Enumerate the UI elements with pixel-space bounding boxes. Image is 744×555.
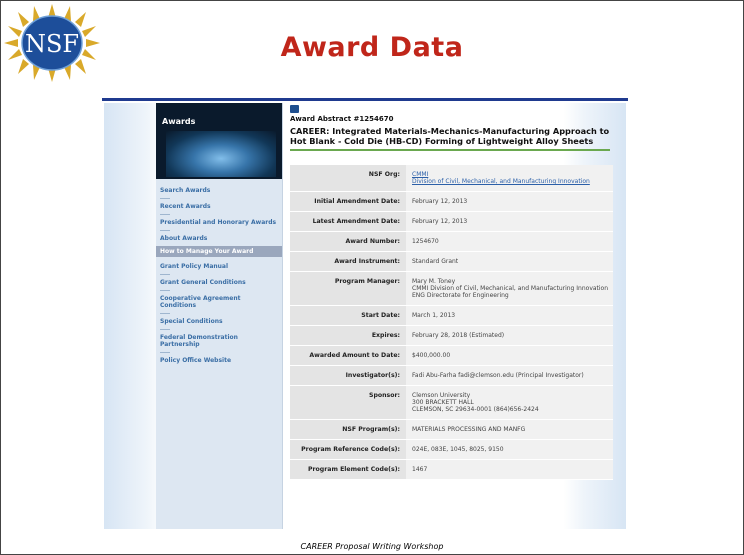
table-row: Program Manager: Mary M. Toney CMMI Divi… xyxy=(290,272,613,306)
sidebar-item-about-awards[interactable]: About Awards xyxy=(160,235,278,242)
sidebar-item-grant-policy-manual[interactable]: Grant Policy Manual xyxy=(160,263,278,270)
field-label: NSF Program(s): xyxy=(290,420,406,439)
divider xyxy=(160,274,170,275)
field-label: Program Manager: xyxy=(290,272,406,305)
field-label: Latest Amendment Date: xyxy=(290,212,406,231)
table-row: Program Element Code(s): 1467 xyxy=(290,460,613,480)
table-row: Expires: February 28, 2018 (Estimated) xyxy=(290,326,613,346)
divider xyxy=(160,214,170,215)
award-fields-table: NSF Org: CMMI Division of Civil, Mechani… xyxy=(290,165,613,480)
field-value: Clemson University 300 BRACKETT HALL CLE… xyxy=(406,386,613,419)
sidebar-item-special-conditions[interactable]: Special Conditions xyxy=(160,318,278,325)
divider xyxy=(160,230,170,231)
field-label: Start Date: xyxy=(290,306,406,325)
email-icon[interactable] xyxy=(290,105,299,113)
field-label: NSF Org: xyxy=(290,165,406,191)
award-main: Award Abstract #1254670 CAREER: Integrat… xyxy=(290,105,620,480)
table-row: Initial Amendment Date: February 12, 201… xyxy=(290,192,613,212)
award-title: CAREER: Integrated Materials-Mechanics-M… xyxy=(290,126,610,146)
field-value: March 1, 2013 xyxy=(412,312,456,319)
abstract-heading: Award Abstract #1254670 xyxy=(290,115,394,123)
table-row: Investigator(s): Fadi Abu-Farha fadi@cle… xyxy=(290,366,613,386)
field-value: CMMI Division of Civil, Mechanical, and … xyxy=(406,165,613,191)
banner-graphic xyxy=(166,131,276,177)
table-row: Award Number: 1254670 xyxy=(290,232,613,252)
sidebar-item-policy-office[interactable]: Policy Office Website xyxy=(160,357,278,364)
field-label: Award Number: xyxy=(290,232,406,251)
table-row: Program Reference Code(s): 024E, 083E, 1… xyxy=(290,440,613,460)
sidebar: Awards Search Awards Recent Awards Presi… xyxy=(156,103,283,529)
field-label: Expires: xyxy=(290,326,406,345)
field-label: Award Instrument: xyxy=(290,252,406,271)
sponsor-city: CLEMSON, SC 29634-0001 (864)656-2424 xyxy=(412,406,539,413)
program-manager-division: CMMI Division of Civil, Mechanical, and … xyxy=(412,285,609,292)
divider xyxy=(160,290,170,291)
sidebar-item-recent-awards[interactable]: Recent Awards xyxy=(160,203,278,210)
slide-footer: CAREER Proposal Writing Workshop xyxy=(300,542,444,551)
field-value: Standard Grant xyxy=(412,258,459,265)
field-label: Initial Amendment Date: xyxy=(290,192,406,211)
divider xyxy=(160,329,170,330)
field-label: Investigator(s): xyxy=(290,366,406,385)
field-label: Sponsor: xyxy=(290,386,406,419)
field-value: February 12, 2013 xyxy=(412,218,468,225)
table-row: Latest Amendment Date: February 12, 2013 xyxy=(290,212,613,232)
field-value: MATERIALS PROCESSING AND MANFG xyxy=(412,426,526,433)
field-value: Mary M. Toney CMMI Division of Civil, Me… xyxy=(406,272,613,305)
field-value: 1467 xyxy=(412,466,428,473)
sidebar-section-header: How to Manage Your Award xyxy=(156,246,282,257)
field-value: February 12, 2013 xyxy=(412,198,468,205)
sidebar-item-presidential-awards[interactable]: Presidential and Honorary Awards xyxy=(160,219,278,226)
program-manager-name: Mary M. Toney xyxy=(412,278,456,285)
divider xyxy=(160,313,170,314)
table-row: Awarded Amount to Date: $400,000.00 xyxy=(290,346,613,366)
table-row: Sponsor: Clemson University 300 BRACKETT… xyxy=(290,386,613,420)
banner-label: Awards xyxy=(162,117,196,126)
division-link[interactable]: Division of Civil, Mechanical, and Manuf… xyxy=(412,178,613,185)
field-value: $400,000.00 xyxy=(412,352,451,359)
program-manager-directorate: ENG Directorate for Engineering xyxy=(412,292,509,299)
table-row: Start Date: March 1, 2013 xyxy=(290,306,613,326)
divider xyxy=(160,352,170,353)
sponsor-name: Clemson University xyxy=(412,392,471,399)
field-label: Awarded Amount to Date: xyxy=(290,346,406,365)
divider xyxy=(160,198,170,199)
sponsor-address: 300 BRACKETT HALL xyxy=(412,399,474,406)
field-label: Program Reference Code(s): xyxy=(290,440,406,459)
sidebar-nav: Search Awards Recent Awards Presidential… xyxy=(156,187,282,368)
awards-banner: Awards xyxy=(156,103,282,179)
slide-title: Award Data xyxy=(280,32,464,63)
title-underline xyxy=(290,149,610,151)
field-value: February 28, 2018 (Estimated) xyxy=(412,332,505,339)
sidebar-item-cooperative-agreement[interactable]: Cooperative Agreement Conditions xyxy=(160,295,278,309)
table-row: NSF Program(s): MATERIALS PROCESSING AND… xyxy=(290,420,613,440)
field-value: 024E, 083E, 1045, 8025, 9150 xyxy=(412,446,504,453)
field-value: 1254670 xyxy=(412,238,439,245)
sidebar-item-federal-demonstration[interactable]: Federal Demonstration Partnership xyxy=(160,334,278,348)
sidebar-item-grant-general-conditions[interactable]: Grant General Conditions xyxy=(160,279,278,286)
nsf-org-link[interactable]: CMMI xyxy=(412,171,613,178)
field-label: Program Element Code(s): xyxy=(290,460,406,479)
table-row: Award Instrument: Standard Grant xyxy=(290,252,613,272)
award-page-screenshot: Awards Search Awards Recent Awards Presi… xyxy=(104,103,626,529)
table-row: NSF Org: CMMI Division of Civil, Mechani… xyxy=(290,165,613,192)
title-divider xyxy=(102,98,628,101)
field-value: Fadi Abu-Farha fadi@clemson.edu (Princip… xyxy=(412,372,584,379)
sidebar-item-search-awards[interactable]: Search Awards xyxy=(160,187,278,194)
